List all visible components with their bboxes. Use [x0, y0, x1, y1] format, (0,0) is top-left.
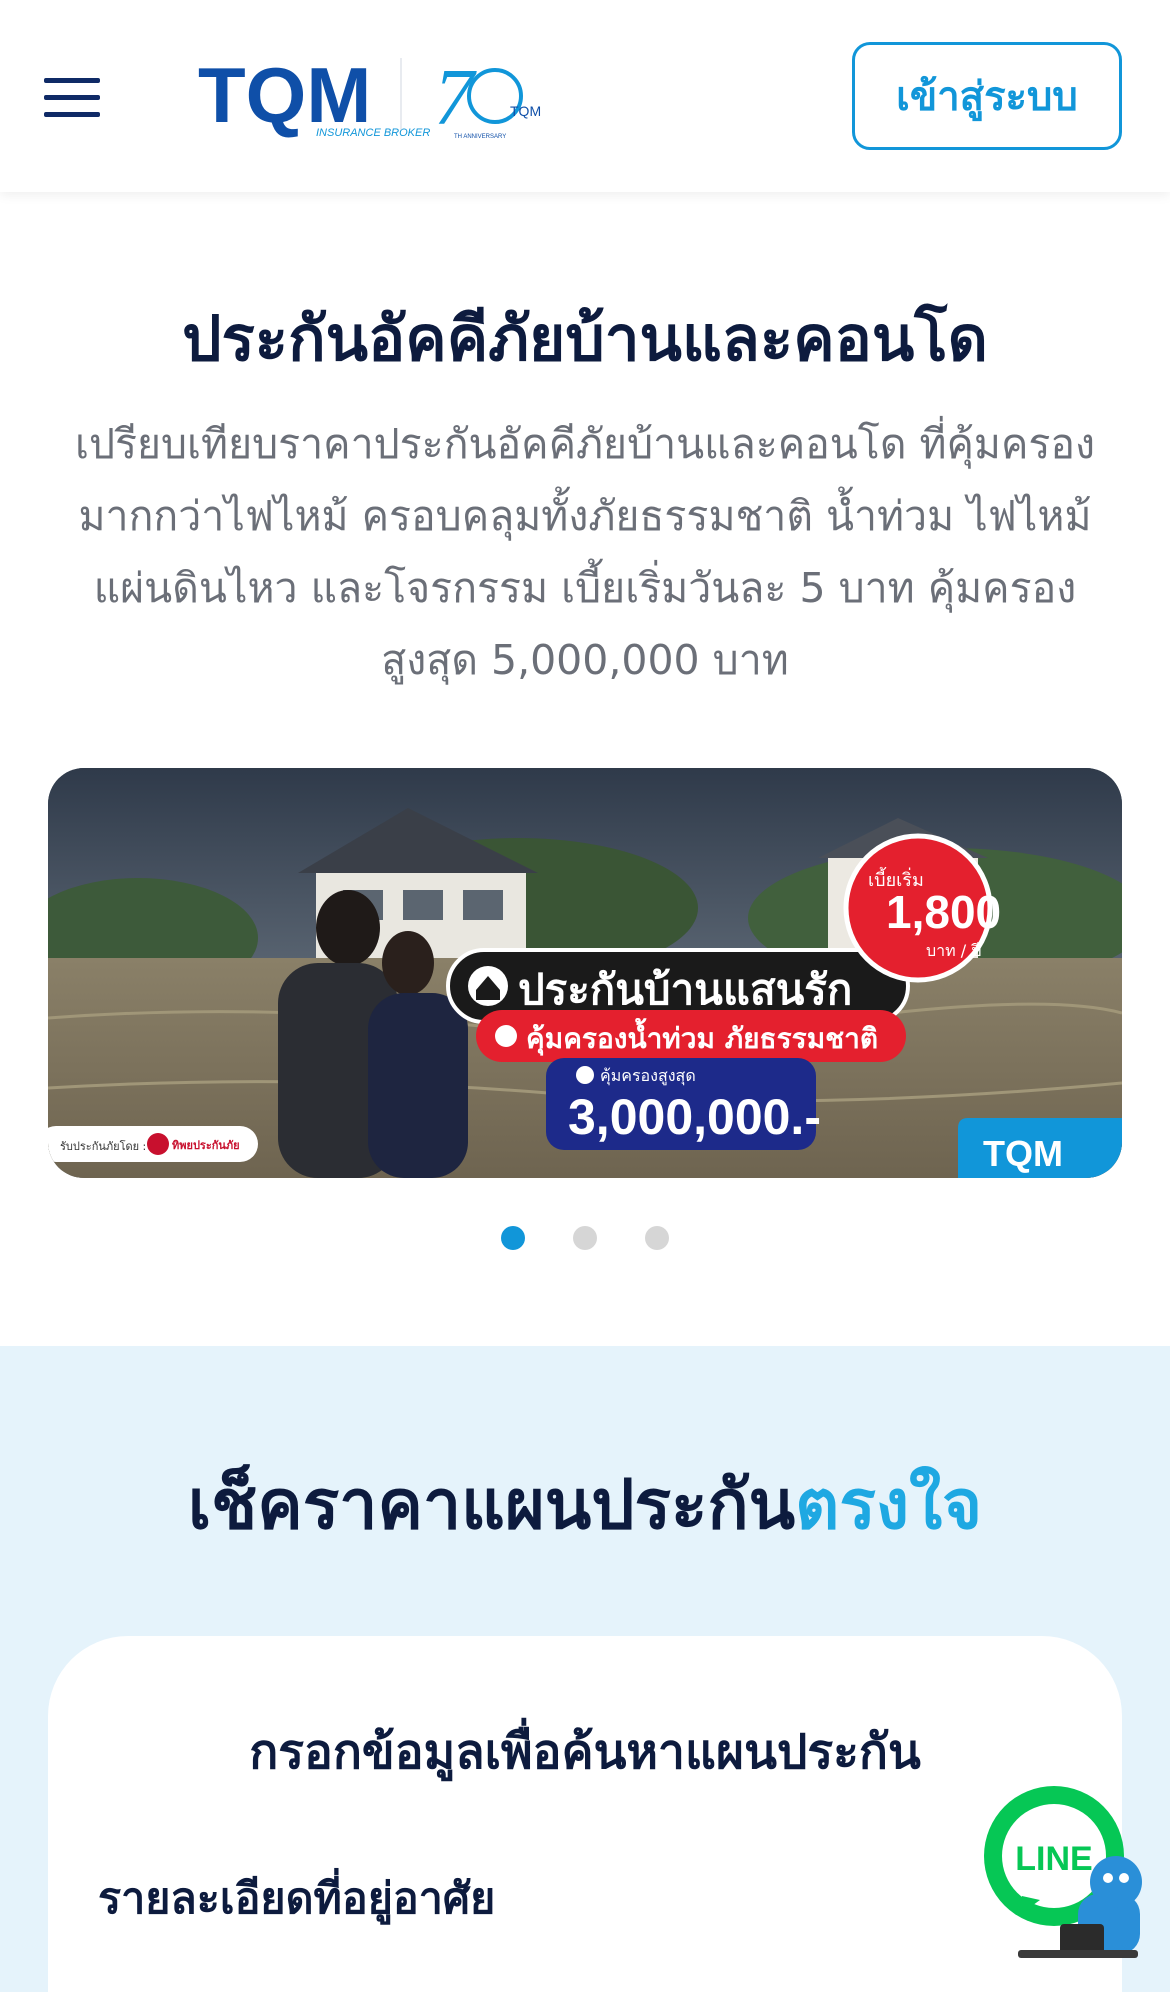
svg-text:TH ANNIVERSARY: TH ANNIVERSARY: [454, 134, 506, 140]
promo-banner[interactable]: ประกันบ้านแสนรัก คุ้มครองน้ำท่วม ภัยธรรม…: [48, 768, 1122, 1178]
menu-icon[interactable]: [44, 78, 100, 118]
carousel-dot-2[interactable]: [573, 1226, 597, 1250]
svg-text:TQM: TQM: [198, 51, 371, 139]
svg-text:ประกันบ้านแสนรัก: ประกันบ้านแสนรัก: [518, 965, 852, 1014]
carousel-dot-3[interactable]: [645, 1226, 669, 1250]
svg-text:INSURANCE BROKER: INSURANCE BROKER: [316, 127, 430, 139]
check-price-title: เช็คราคาแผนประกันตรงใจ: [0, 1450, 1170, 1558]
svg-text:1,800: 1,800: [886, 886, 1001, 938]
check-price-title-main: เช็คราคาแผนประกัน: [187, 1466, 796, 1545]
login-button[interactable]: เข้าสู่ระบบ: [852, 42, 1122, 150]
page-title: ประกันอัคคีภัยบ้านและคอนโด: [182, 302, 988, 375]
form-title: กรอกข้อมูลเพื่อค้นหาแผนประกัน: [249, 1724, 921, 1780]
carousel-dot-1[interactable]: [501, 1226, 525, 1250]
promo-banner-image: ประกันบ้านแสนรัก คุ้มครองน้ำท่วม ภัยธรรม…: [48, 768, 1122, 1178]
svg-text:ทิพยประกันภัย: ทิพยประกันภัย: [172, 1139, 240, 1152]
svg-text:คุ้มครองน้ำท่วม ภัยธรรมชาติ: คุ้มครองน้ำท่วม ภัยธรรมชาติ: [526, 1017, 878, 1056]
tqm-logo[interactable]: TQM INSURANCE BROKER 7 TQM TH ANNIVERSAR…: [198, 50, 558, 140]
svg-text:บาท / ปี: บาท / ปี: [926, 941, 981, 960]
line-chat-button[interactable]: LINE: [978, 1784, 1150, 1964]
residence-details-label: รายละเอียดที่อยู่อาศัย: [98, 1874, 496, 1924]
svg-text:คุ้มครองสูงสุด: คุ้มครองสูงสุด: [600, 1066, 696, 1086]
search-form-card: กรอกข้อมูลเพื่อค้นหาแผนประกัน รายละเอียด…: [48, 1636, 1122, 1992]
line-label: LINE: [1015, 1840, 1092, 1878]
svg-text:รับประกันภัยโดย :: รับประกันภัยโดย :: [60, 1139, 146, 1153]
page-description: เปรียบเทียบราคาประกันอัคคีภัยบ้านและคอนโ…: [74, 420, 1096, 684]
svg-text:3,000,000.-: 3,000,000.-: [568, 1089, 821, 1145]
carousel-pagination: [0, 1226, 1170, 1252]
svg-text:TQM: TQM: [510, 103, 541, 119]
check-price-title-accent: ตรงใจ: [795, 1466, 983, 1545]
site-header: TQM INSURANCE BROKER 7 TQM TH ANNIVERSAR…: [0, 0, 1170, 192]
svg-text:TQM: TQM: [983, 1133, 1063, 1174]
